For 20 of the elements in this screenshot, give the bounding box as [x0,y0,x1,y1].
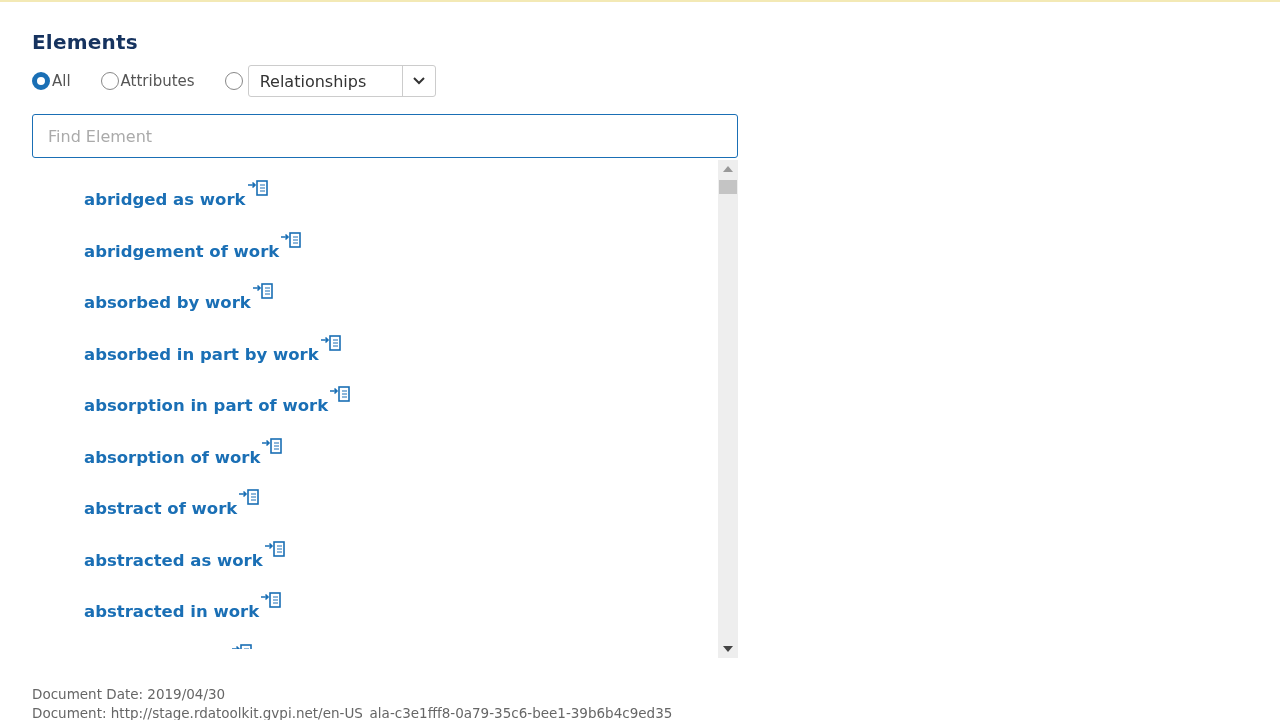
element-link[interactable]: abridgement of work [84,231,280,261]
element-link[interactable]: abstracted as work [84,540,263,570]
element-link[interactable]: absorbed by work [84,283,251,312]
relationship-dropdown[interactable]: Relationships [247,65,437,97]
radio-button[interactable] [32,72,50,90]
scrollbar-thumb[interactable] [719,180,737,194]
document-info: Document Date: 2019/04/30 [32,685,227,704]
search-field[interactable]: Find Element [32,114,738,158]
element-link[interactable]: absorption in part of work [84,386,329,415]
element-link[interactable]: absorption of work [84,437,261,467]
radio-label[interactable]: All [52,72,71,90]
scroll-down-arrow-icon[interactable] [723,646,733,652]
radio-label[interactable]: Attributes [120,72,195,90]
scrollbar[interactable] [718,160,738,658]
element-link[interactable]: abridged as work [84,180,246,209]
chevron-down-icon [413,77,426,85]
element-link[interactable]: absorbed in part by work [84,334,319,364]
element-link[interactable]: abstract of work [84,489,238,518]
element-link[interactable]: abstracted in work [84,592,260,621]
section-heading: Elements [32,30,139,54]
